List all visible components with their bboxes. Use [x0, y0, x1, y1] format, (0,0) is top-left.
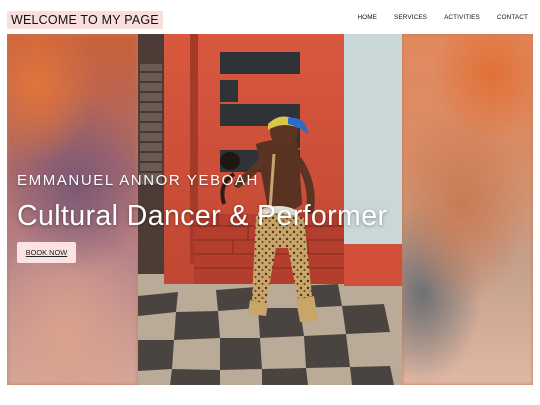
hero-section: EMMANUEL ANNOR YEBOAH Cultural Dancer & … [7, 34, 533, 385]
nav-home[interactable]: HOME [357, 14, 377, 21]
site-header: WELCOME TO MY PAGE HOME SERVICES ACTIVIT… [0, 0, 540, 34]
main-nav: HOME SERVICES ACTIVITIES CONTACT [357, 14, 528, 21]
hero-blurred-backdrop-right [402, 34, 533, 385]
nav-activities[interactable]: ACTIVITIES [444, 14, 480, 21]
hero-subtitle-name: EMMANUEL ANNOR YEBOAH [17, 172, 259, 189]
nav-services[interactable]: SERVICES [394, 14, 427, 21]
nav-contact[interactable]: CONTACT [497, 14, 528, 21]
book-now-button[interactable]: BOOK NOW [17, 242, 76, 263]
hero-title: Cultural Dancer & Performer [17, 200, 388, 232]
site-logo-text[interactable]: WELCOME TO MY PAGE [7, 11, 163, 29]
